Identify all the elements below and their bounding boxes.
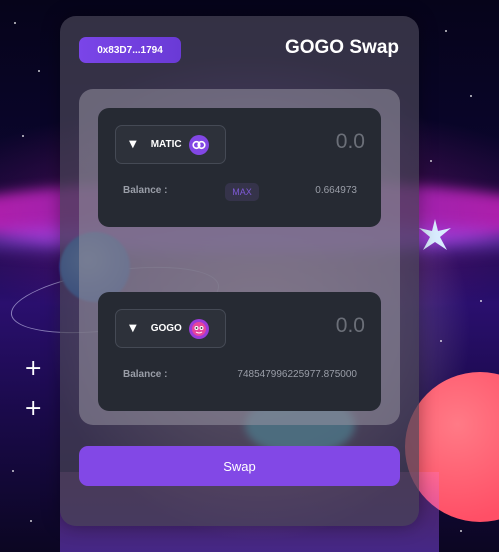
chevron-down-icon: ▼	[129, 323, 137, 334]
wallet-address-button[interactable]: 0x83D7...1794	[79, 37, 181, 63]
to-token-selector[interactable]: ▼ GOGO	[115, 309, 226, 348]
gogo-token-icon	[188, 318, 209, 339]
from-token-box: ▼ MATIC Balance : MAX 0.664973	[98, 108, 381, 227]
from-token-symbol: MATIC	[150, 139, 182, 150]
swap-card: 0x83D7...1794 GOGO Swap ▼ MATIC Balance …	[60, 16, 419, 526]
from-token-selector[interactable]: ▼ MATIC	[115, 125, 226, 164]
max-button[interactable]: MAX	[225, 183, 259, 201]
to-amount-input[interactable]	[245, 314, 365, 338]
swap-button[interactable]: Swap	[79, 446, 400, 486]
matic-token-icon	[188, 134, 209, 155]
chevron-down-icon: ▼	[129, 139, 137, 150]
to-balance-label: Balance :	[123, 369, 168, 380]
from-amount-input[interactable]	[245, 130, 365, 154]
from-balance-value: 0.664973	[315, 185, 357, 196]
to-balance-value: 748547996225977.875000	[237, 369, 357, 380]
sparkle-icon: +	[24, 356, 43, 381]
to-token-box: ▼ GOGO Balance : 748547996225977.875000	[98, 292, 381, 411]
app-title: GOGO Swap	[284, 37, 399, 58]
star-burst-icon	[419, 219, 451, 250]
swap-panel: ▼ MATIC Balance : MAX 0.664973	[79, 89, 400, 425]
to-token-symbol: GOGO	[150, 323, 182, 334]
sparkle-icon: +	[24, 396, 43, 421]
from-balance-label: Balance :	[123, 185, 168, 196]
